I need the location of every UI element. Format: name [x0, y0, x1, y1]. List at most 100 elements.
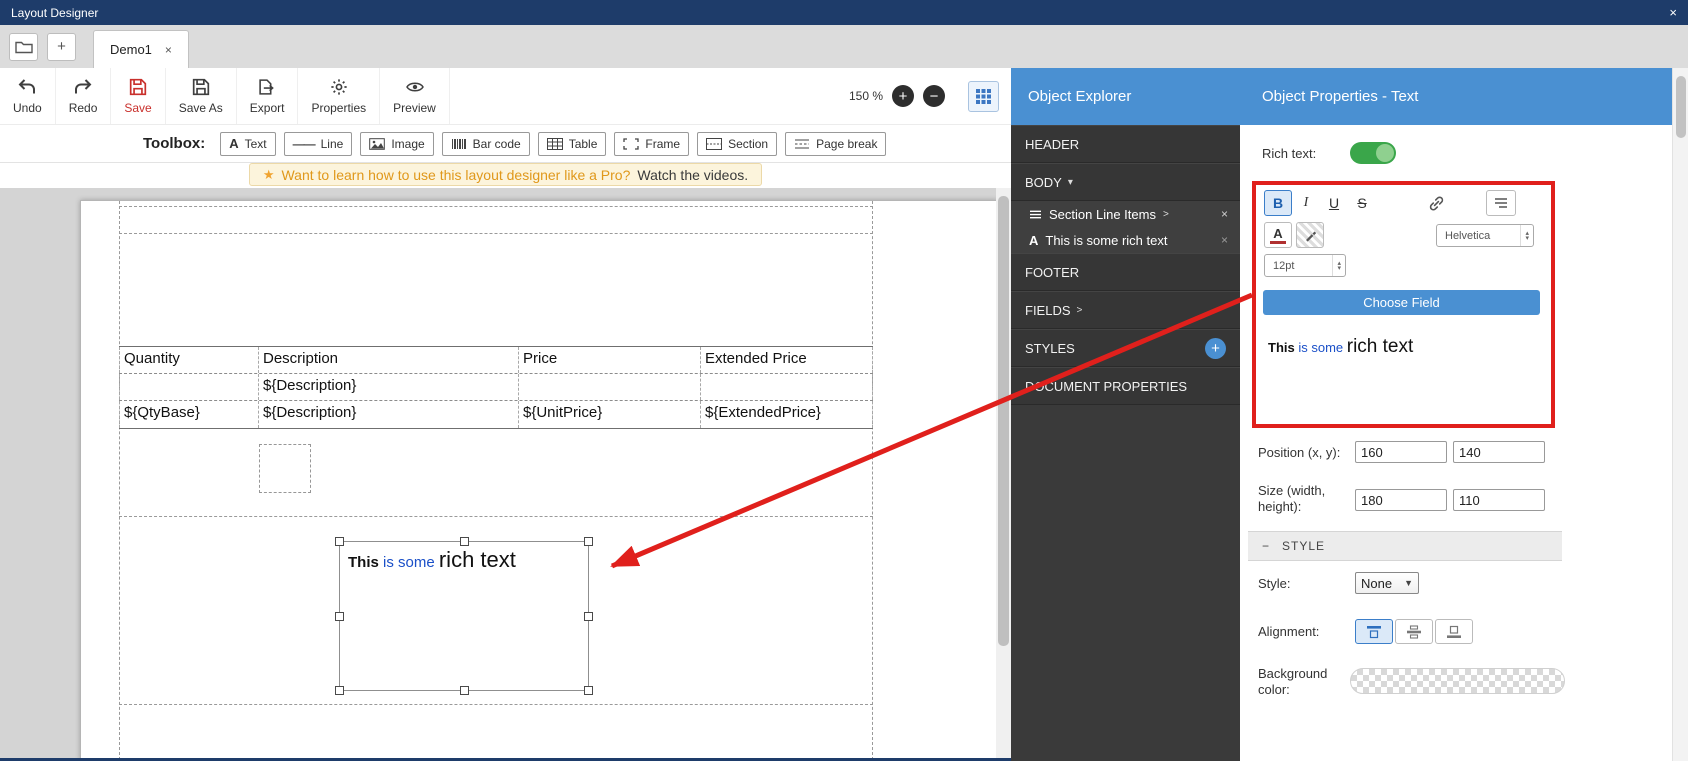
undo-button[interactable]: Undo	[0, 68, 56, 124]
tool-page-break[interactable]: Page break	[785, 131, 887, 156]
align-middle-button[interactable]	[1395, 619, 1433, 644]
tool-frame[interactable]: Frame	[614, 131, 690, 156]
properties-button[interactable]: Properties	[298, 68, 381, 124]
tool-text-label: Text	[244, 136, 267, 151]
add-style-button[interactable]: +	[1205, 337, 1226, 359]
explorer-section-body[interactable]: BODY ▾	[1011, 163, 1240, 201]
text-item-icon: A	[1029, 232, 1039, 248]
canvas-scrollbar-thumb[interactable]	[998, 196, 1009, 646]
layout-designer-app: Layout Designer × + Demo1 × Undo Redo Sa…	[0, 0, 1688, 761]
delete-item-icon[interactable]: ×	[1221, 233, 1228, 247]
resize-handle-n[interactable]	[460, 537, 469, 546]
rich-text-editor-content[interactable]: This is some rich text	[1268, 336, 1413, 358]
explorer-item-section-line-items[interactable]: Section Line Items > ×	[1011, 201, 1240, 227]
delete-item-icon[interactable]: ×	[1221, 207, 1228, 221]
highlight-color-button[interactable]	[1296, 222, 1324, 248]
strikethrough-button[interactable]: S	[1348, 190, 1376, 216]
top-margin-guide	[119, 206, 873, 207]
resize-handle-sw[interactable]	[335, 686, 344, 695]
canvas-scrollbar[interactable]	[996, 188, 1011, 761]
pro-tip-banner: ★ Want to learn how to use this layout d…	[248, 163, 763, 186]
section-label: BODY	[1025, 174, 1062, 190]
tool-text[interactable]: A Text	[220, 131, 276, 156]
text-tool-icon: A	[229, 136, 239, 151]
size-width-input[interactable]	[1355, 489, 1447, 511]
align-bottom-button[interactable]	[1435, 619, 1473, 644]
rich-text-toggle[interactable]	[1350, 142, 1397, 164]
empty-placeholder-box[interactable]	[259, 444, 311, 493]
window-close-icon[interactable]: ×	[1669, 5, 1677, 20]
resize-handle-e[interactable]	[584, 612, 593, 621]
rich-text-content: This is some rich text	[340, 542, 588, 573]
watch-videos-link[interactable]: Watch the videos.	[637, 167, 748, 183]
italic-button[interactable]: I	[1292, 190, 1320, 216]
table-cell: ${Description}	[259, 401, 519, 428]
export-button[interactable]: Export	[236, 68, 299, 124]
section-label: FOOTER	[1025, 264, 1080, 280]
position-y-input[interactable]	[1453, 441, 1545, 463]
open-layout-button[interactable]	[9, 32, 38, 61]
selected-text-element[interactable]: This is some rich text	[335, 537, 593, 695]
link-button[interactable]	[1422, 190, 1450, 216]
explorer-section-document-properties[interactable]: DOCUMENT PROPERTIES	[1011, 367, 1240, 405]
table-header-row: Quantity Description Price Extended Pric…	[119, 347, 873, 374]
explorer-section-header[interactable]: HEADER	[1011, 125, 1240, 163]
text-align-button[interactable]	[1486, 190, 1516, 216]
design-page[interactable]: Quantity Description Price Extended Pric…	[80, 200, 998, 761]
tab-demo1[interactable]: Demo1 ×	[93, 30, 189, 68]
font-color-button[interactable]: A	[1264, 222, 1292, 248]
tool-image[interactable]: Image	[360, 131, 434, 156]
resize-handle-se[interactable]	[584, 686, 593, 695]
align-top-button[interactable]	[1355, 619, 1393, 644]
explorer-section-fields[interactable]: FIELDS >	[1011, 291, 1240, 329]
tool-line[interactable]: —— Line	[283, 131, 353, 156]
redo-button[interactable]: Redo	[55, 68, 112, 124]
style-select[interactable]: None ▼	[1355, 572, 1419, 594]
panel-scrollbar[interactable]	[1672, 68, 1688, 761]
spinner-arrows-icon: ▴ ▾	[1520, 225, 1533, 246]
tool-section[interactable]: Section	[697, 131, 778, 156]
style-section-header[interactable]: − STYLE	[1248, 531, 1562, 561]
tab-close-icon[interactable]: ×	[165, 43, 172, 57]
header-cell: Quantity	[119, 347, 259, 373]
resize-handle-w[interactable]	[335, 612, 344, 621]
export-label: Export	[249, 100, 285, 115]
underline-button[interactable]: U	[1320, 190, 1348, 216]
app-title: Layout Designer	[11, 5, 99, 20]
header-section-guide	[119, 233, 873, 234]
resize-handle-nw[interactable]	[335, 537, 344, 546]
object-explorer-title: Object Explorer	[1011, 68, 1240, 125]
export-icon	[258, 78, 276, 96]
save-as-button[interactable]: Save As	[165, 68, 237, 124]
background-label-line2: color:	[1258, 682, 1290, 697]
spinner-arrows-icon: ▴ ▾	[1332, 255, 1345, 276]
line-items-table[interactable]: Quantity Description Price Extended Pric…	[119, 346, 873, 429]
editor-toolbar-row-3: 12pt ▴ ▾	[1262, 254, 1544, 280]
font-family-select[interactable]: Helvetica ▴ ▾	[1436, 224, 1534, 247]
preview-button[interactable]: Preview	[380, 68, 450, 124]
tool-page-break-label: Page break	[816, 136, 878, 151]
resize-handle-ne[interactable]	[584, 537, 593, 546]
zoom-in-button[interactable]: +	[892, 85, 914, 107]
explorer-item-rich-text[interactable]: A This is some rich text ×	[1011, 227, 1240, 253]
explorer-section-footer[interactable]: FOOTER	[1011, 253, 1240, 291]
grid-toggle-button[interactable]	[968, 80, 999, 112]
position-x-input[interactable]	[1355, 441, 1447, 463]
style-value: None	[1361, 575, 1393, 591]
header-cell: Extended Price	[701, 347, 873, 373]
size-height-input[interactable]	[1453, 489, 1545, 511]
new-layout-button[interactable]: +	[47, 32, 76, 61]
tool-table[interactable]: Table	[537, 131, 607, 156]
font-size-select[interactable]: 12pt ▴ ▾	[1264, 254, 1346, 277]
save-button[interactable]: Save	[111, 68, 166, 124]
panel-scrollbar-thumb[interactable]	[1676, 76, 1686, 138]
bold-button[interactable]: B	[1264, 190, 1292, 216]
rich-text-colored: is some	[378, 554, 439, 571]
choose-field-button[interactable]: Choose Field	[1263, 290, 1540, 315]
background-color-swatch[interactable]	[1350, 668, 1565, 694]
explorer-section-styles[interactable]: STYLES +	[1011, 329, 1240, 367]
zoom-out-button[interactable]: −	[923, 85, 945, 107]
table-row: ${QtyBase} ${Description} ${UnitPrice} $…	[119, 401, 873, 428]
resize-handle-s[interactable]	[460, 686, 469, 695]
tool-barcode[interactable]: Bar code	[441, 131, 530, 156]
